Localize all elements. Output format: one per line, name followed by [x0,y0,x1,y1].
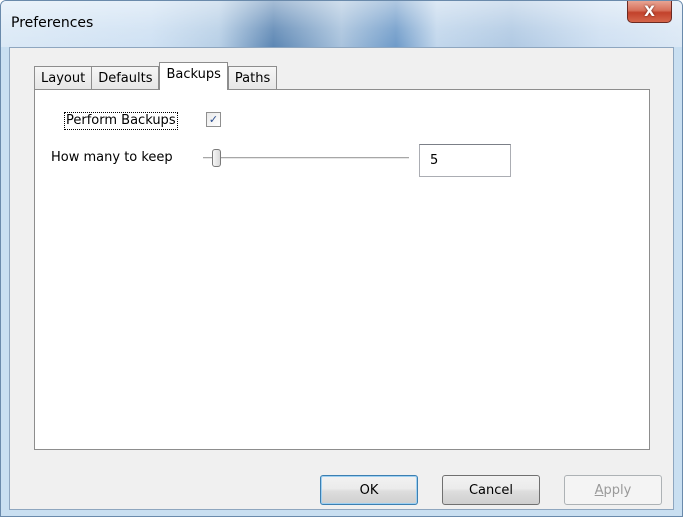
close-icon: X [644,3,655,20]
tab-label: Layout [41,71,86,86]
apply-label: Apply [595,483,632,498]
keep-count-label: How many to keep [51,150,173,165]
perform-backups-checkbox[interactable]: ✓ [206,112,221,127]
checkmark-icon: ✓ [208,113,219,126]
keep-count-slider[interactable] [203,148,409,170]
title-bar[interactable]: Preferences X [1,1,682,47]
cancel-button[interactable]: Cancel [442,475,540,505]
backups-tab-page: Perform Backups ✓ How many to keep [34,89,650,450]
tab-strip: Layout Defaults Backups Paths [34,62,278,90]
ok-label: OK [359,482,379,498]
dialog-client-area: Layout Defaults Backups Paths Perform Ba… [9,47,674,510]
window-title: Preferences [11,15,94,31]
perform-backups-label[interactable]: Perform Backups [64,112,178,130]
apply-label-rest: pply [603,482,632,498]
tab-label: Defaults [98,71,153,86]
keep-count-input[interactable] [419,144,511,177]
close-button[interactable]: X [627,1,672,23]
slider-thumb[interactable] [212,149,221,167]
apply-button[interactable]: Apply [564,475,662,505]
cancel-label: Cancel [468,482,514,498]
tab-paths[interactable]: Paths [227,66,278,90]
tab-backups[interactable]: Backups [159,62,228,90]
tab-layout[interactable]: Layout [34,66,93,90]
apply-mnemonic: A [594,482,604,498]
ok-button[interactable]: OK [320,475,418,505]
slider-track[interactable] [203,157,409,160]
tab-label: Backups [166,67,221,82]
tab-label: Paths [234,71,271,86]
preferences-window: Preferences X Layout Defaults Backups Pa… [0,0,683,517]
tab-defaults[interactable]: Defaults [91,66,160,90]
